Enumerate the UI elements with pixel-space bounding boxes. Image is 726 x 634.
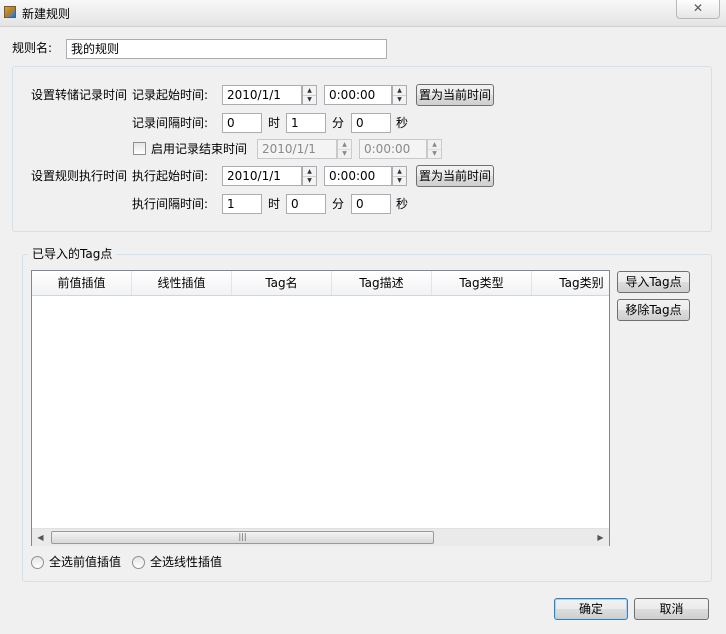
exec-time-heading: 设置规则执行时间 (31, 169, 128, 183)
column-header-linear-interp[interactable]: 线性插值 (132, 271, 232, 295)
tag-list[interactable]: 前值插值 线性插值 Tag名 Tag描述 Tag类型 Tag类别 ◀ ||| ▶ (31, 270, 610, 546)
remove-tags-button[interactable]: 移除Tag点 (617, 299, 690, 321)
ok-button[interactable]: 确定 (554, 598, 628, 620)
record-minutes-unit: 分 (332, 116, 345, 130)
select-all-linear-label: 全选线性插值 (150, 555, 223, 569)
select-all-previous-radio[interactable] (31, 556, 44, 569)
exec-start-label: 执行起始时间: (132, 169, 209, 183)
spin-down-icon[interactable]: ▼ (393, 95, 406, 104)
app-icon (4, 6, 16, 18)
tag-list-header: 前值插值 线性插值 Tag名 Tag描述 Tag类型 Tag类别 (32, 271, 609, 296)
record-start-date-input[interactable]: 2010/1/1 (222, 85, 302, 105)
spin-down-icon: ▼ (432, 150, 437, 157)
exec-interval-label: 执行间隔时间: (132, 197, 209, 211)
horizontal-scrollbar[interactable]: ◀ ||| ▶ (32, 528, 609, 546)
window-title: 新建规则 (22, 7, 71, 21)
spin-down-icon: ▼ (342, 150, 347, 157)
record-set-now-button[interactable]: 置为当前时间 (416, 84, 494, 106)
record-start-label: 记录起始时间: (132, 88, 209, 102)
record-start-time-spinner[interactable]: ▲ ▼ (392, 85, 407, 105)
cancel-button[interactable]: 取消 (634, 598, 709, 620)
imported-tags-title: 已导入的Tag点 (28, 245, 117, 263)
record-seconds-unit: 秒 (396, 116, 409, 130)
record-time-heading: 设置转储记录时间 (31, 88, 128, 102)
record-start-time-input[interactable]: 0:00:00 (324, 85, 392, 105)
column-header-tag-category[interactable]: Tag类别 (532, 271, 609, 295)
exec-interval-seconds-input[interactable]: 0 (351, 194, 391, 214)
title-bar: 新建规则 ✕ (0, 0, 726, 27)
exec-interval-hours-input[interactable]: 1 (222, 194, 262, 214)
enable-end-time-label: 启用记录结束时间 (151, 142, 248, 156)
rule-name-input[interactable]: 我的规则 (66, 39, 387, 59)
exec-interval-minutes-input[interactable]: 0 (286, 194, 326, 214)
select-all-linear-radio[interactable] (132, 556, 145, 569)
scroll-thumb[interactable]: ||| (51, 531, 434, 544)
exec-seconds-unit: 秒 (396, 197, 409, 211)
exec-start-date-spinner[interactable]: ▲ ▼ (302, 166, 317, 186)
close-button[interactable]: ✕ (676, 0, 720, 19)
rule-name-label: 规则名: (12, 41, 53, 55)
column-header-tag-name[interactable]: Tag名 (232, 271, 332, 295)
spin-down-icon[interactable]: ▼ (303, 176, 316, 185)
scroll-right-icon[interactable]: ▶ (592, 529, 609, 546)
column-header-tag-description[interactable]: Tag描述 (332, 271, 432, 295)
spin-down-icon[interactable]: ▼ (303, 95, 316, 104)
record-interval-label: 记录间隔时间: (132, 116, 209, 130)
record-interval-hours-input[interactable]: 0 (222, 113, 262, 133)
record-interval-seconds-input[interactable]: 0 (351, 113, 391, 133)
select-all-previous-label: 全选前值插值 (49, 555, 122, 569)
record-end-date-input: 2010/1/1 (257, 139, 337, 159)
record-interval-minutes-input[interactable]: 1 (286, 113, 326, 133)
close-icon: ✕ (692, 1, 704, 15)
exec-start-time-spinner[interactable]: ▲ ▼ (392, 166, 407, 186)
scroll-grip-icon: ||| (238, 532, 247, 541)
exec-set-now-button[interactable]: 置为当前时间 (416, 165, 494, 187)
record-start-date-spinner[interactable]: ▲ ▼ (302, 85, 317, 105)
exec-hours-unit: 时 (268, 197, 281, 211)
record-end-date-spinner: ▲ ▼ (337, 139, 352, 159)
exec-start-time-input[interactable]: 0:00:00 (324, 166, 392, 186)
exec-minutes-unit: 分 (332, 197, 345, 211)
import-tags-button[interactable]: 导入Tag点 (617, 271, 690, 293)
record-end-time-spinner: ▲ ▼ (427, 139, 442, 159)
scroll-left-icon[interactable]: ◀ (32, 529, 49, 546)
record-end-time-input: 0:00:00 (359, 139, 427, 159)
spin-down-icon[interactable]: ▼ (393, 176, 406, 185)
enable-end-time-checkbox[interactable] (133, 142, 146, 155)
record-hours-unit: 时 (268, 116, 281, 130)
column-header-tag-type[interactable]: Tag类型 (432, 271, 532, 295)
column-header-previous-interp[interactable]: 前值插值 (32, 271, 132, 295)
exec-start-date-input[interactable]: 2010/1/1 (222, 166, 302, 186)
